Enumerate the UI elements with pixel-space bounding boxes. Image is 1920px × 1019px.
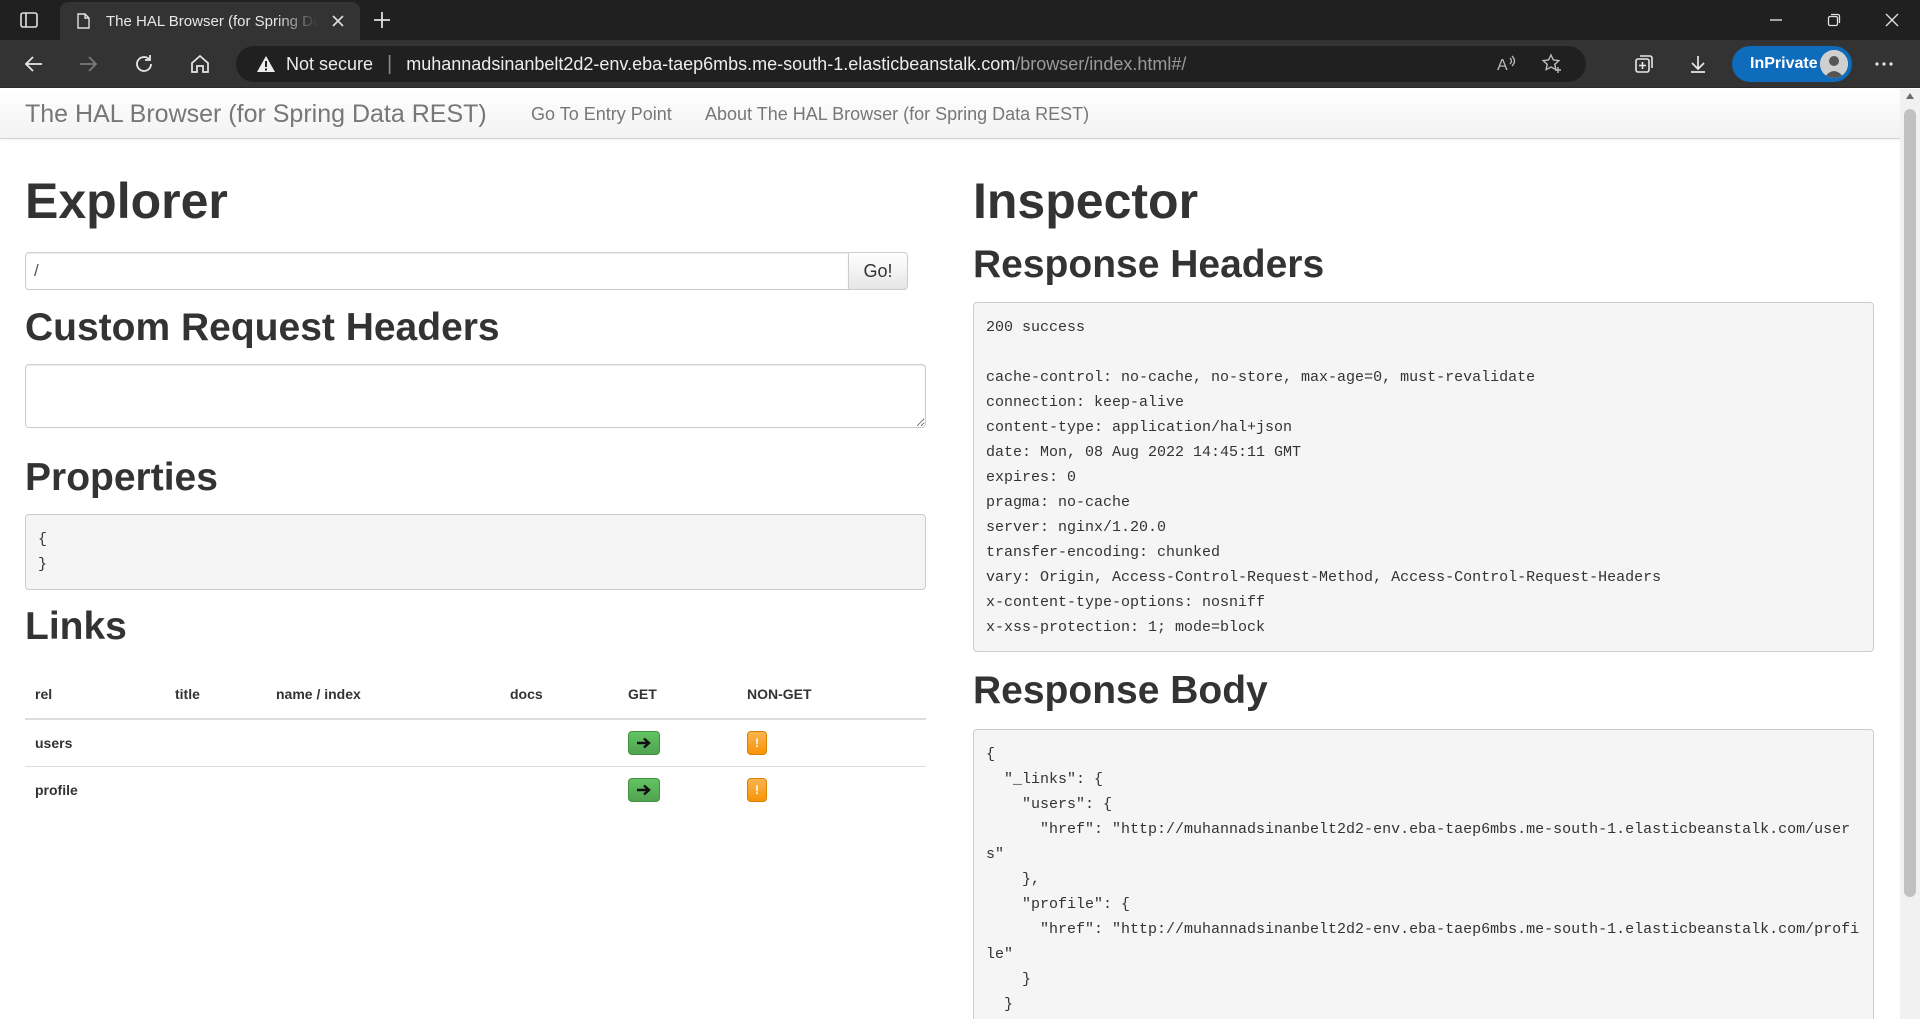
browser-tab-strip: The HAL Browser (for Spring Data REST) — [0, 0, 1920, 40]
col-non-get: NON-GET — [737, 669, 926, 720]
address-bar-actions: A — [1494, 46, 1586, 82]
get-cell — [618, 765, 737, 813]
tab-title: The HAL Browser (for Spring Data REST) — [106, 12, 318, 30]
address-bar[interactable]: Not secure | muhannadsinanbelt2d2-env.eb… — [236, 46, 1586, 82]
links-title: Links — [25, 605, 127, 648]
non-get-profile-button[interactable]: ! — [747, 777, 767, 802]
table-row: profile ! — [25, 765, 926, 813]
exclamation-icon: ! — [755, 735, 759, 750]
col-rel: rel — [25, 669, 165, 720]
link-docs — [500, 765, 618, 813]
svg-text:A: A — [1497, 57, 1508, 74]
exclamation-icon: ! — [755, 782, 759, 797]
custom-request-headers-title: Custom Request Headers — [25, 306, 500, 349]
downloads-icon[interactable] — [1686, 52, 1710, 76]
get-users-button[interactable] — [628, 730, 660, 755]
link-rel: profile — [25, 765, 165, 813]
restore-icon[interactable] — [1822, 8, 1846, 32]
properties-body: { } — [25, 514, 926, 590]
page-icon — [74, 12, 92, 30]
non-get-cell: ! — [737, 719, 926, 766]
table-row: users ! — [25, 719, 926, 766]
explorer-title: Explorer — [25, 173, 228, 229]
response-headers-body: 200 success cache-control: no-cache, no-… — [973, 302, 1874, 652]
non-get-users-button[interactable]: ! — [747, 730, 767, 755]
response-body-title: Response Body — [973, 669, 1268, 712]
get-cell — [618, 719, 737, 766]
scroll-up-arrow-icon[interactable] — [1906, 93, 1914, 99]
get-profile-button[interactable] — [628, 777, 660, 802]
link-name — [266, 765, 500, 813]
properties-title: Properties — [25, 456, 218, 499]
link-name — [266, 719, 500, 766]
arrow-right-icon — [637, 784, 651, 796]
about-link[interactable]: About The HAL Browser (for Spring Data R… — [705, 104, 1089, 125]
response-headers-title: Response Headers — [973, 243, 1325, 286]
browser-tab-active[interactable]: The HAL Browser (for Spring Data REST) — [60, 2, 360, 40]
url-separator: | — [387, 52, 393, 75]
non-get-cell: ! — [737, 765, 926, 813]
not-secure-label[interactable]: Not secure — [286, 54, 373, 75]
go-button[interactable]: Go! — [848, 252, 908, 290]
inprivate-button[interactable]: InPrivate — [1732, 46, 1852, 82]
link-docs — [500, 719, 618, 766]
new-tab-icon[interactable] — [370, 8, 394, 32]
explorer-url-input[interactable] — [25, 252, 849, 290]
browser-toolbar: Not secure | muhannadsinanbelt2d2-env.eb… — [0, 40, 1920, 88]
close-icon[interactable] — [330, 13, 346, 29]
link-title — [165, 719, 266, 766]
warning-icon[interactable] — [256, 54, 276, 74]
page-scrollbar[interactable] — [1900, 89, 1920, 1019]
links-table: rel title name / index docs GET NON-GET … — [25, 669, 926, 813]
col-title: title — [165, 669, 266, 720]
col-docs: docs — [500, 669, 618, 720]
home-icon[interactable] — [188, 52, 212, 76]
inprivate-label: InPrivate — [1750, 55, 1818, 72]
close-window-icon[interactable] — [1880, 8, 1904, 32]
links-table-header: rel title name / index docs GET NON-GET — [25, 669, 926, 720]
link-rel: users — [35, 734, 73, 751]
url-path: /browser/index.html#/ — [1015, 53, 1187, 74]
arrow-right-icon — [637, 737, 651, 749]
inspector-title: Inspector — [973, 173, 1199, 229]
hal-brand[interactable]: The HAL Browser (for Spring Data REST) — [25, 100, 487, 129]
add-favorite-icon[interactable] — [1540, 52, 1564, 76]
hal-navbar: The HAL Browser (for Spring Data REST) G… — [0, 89, 1900, 139]
link-title — [165, 765, 266, 813]
custom-request-headers-input[interactable] — [25, 364, 926, 428]
scrollbar-thumb[interactable] — [1904, 109, 1916, 897]
collections-icon[interactable] — [1632, 52, 1656, 76]
col-name-index: name / index — [266, 669, 500, 720]
more-options-icon[interactable] — [1872, 52, 1896, 76]
go-to-entry-point-link[interactable]: Go To Entry Point — [531, 104, 672, 125]
tab-actions-icon[interactable] — [18, 9, 40, 31]
minimize-icon[interactable] — [1764, 8, 1788, 32]
read-aloud-icon[interactable]: A — [1494, 52, 1518, 76]
avatar — [1820, 50, 1848, 78]
page-viewport: The HAL Browser (for Spring Data REST) G… — [0, 89, 1900, 1019]
col-get: GET — [618, 669, 737, 720]
forward-icon[interactable] — [76, 52, 100, 76]
url-host: muhannadsinanbelt2d2-env.eba-taep6mbs.me… — [406, 53, 1016, 74]
back-icon[interactable] — [22, 52, 46, 76]
response-body: { "_links": { "users": { "href": "http:/… — [973, 729, 1874, 1019]
refresh-icon[interactable] — [132, 52, 156, 76]
